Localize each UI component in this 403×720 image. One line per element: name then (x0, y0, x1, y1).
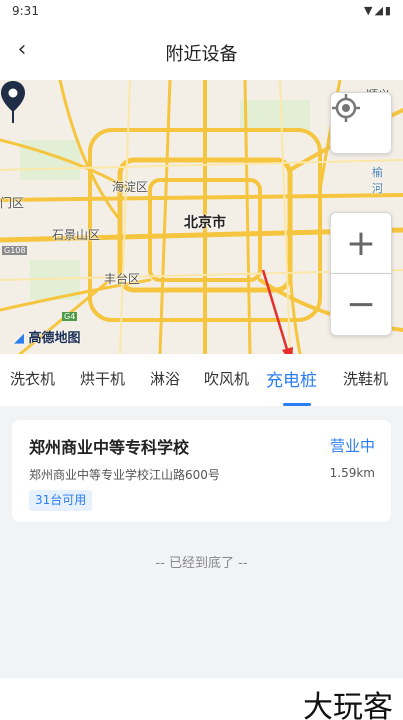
tab-washing-machine[interactable]: 洗衣机 (10, 368, 55, 389)
status-bar: 9:31 ▼◢▮ (0, 0, 403, 24)
locate-button[interactable] (330, 92, 392, 154)
tab-shower[interactable]: 淋浴 (150, 368, 180, 389)
page-title: 附近设备 (165, 44, 238, 65)
map-logo: ◢ 高德地图 (14, 327, 81, 346)
road-badge-g108: G108 (2, 246, 28, 255)
location-pin-icon (1, 81, 25, 123)
status-badge: 营业中 (329, 437, 375, 455)
map-label-he: 河 (372, 182, 383, 195)
header: ‹ 附近设备 (0, 24, 403, 80)
card-address: 郑州商业中等专业学校江山路600号 (29, 468, 220, 482)
map-label-haidian: 海淀区 (112, 180, 149, 194)
tab-hair-dryer[interactable]: 吹风机 (204, 368, 249, 389)
map-logo-icon: ◢ (14, 331, 24, 346)
footer: 大玩客 (0, 678, 403, 720)
zoom-out-button[interactable]: − (330, 274, 392, 336)
locate-icon (332, 94, 360, 122)
availability-badge: 31台可用 (29, 490, 93, 511)
category-tabs: 洗衣机 烘干机 淋浴 吹风机 充电桩 洗鞋机 (0, 354, 403, 406)
map-label-beijing: 北京市 (184, 215, 226, 231)
map-label-fengtai: 丰台区 (104, 272, 141, 286)
map-label-shijingshan: 石景山区 (52, 228, 101, 242)
watermark: 大玩客 (303, 690, 393, 720)
device-list: 郑州商业中等专科学校 营业中 郑州商业中等专业学校江山路600号 1.59km … (0, 406, 403, 678)
tab-shoe-washer[interactable]: 洗鞋机 (343, 368, 388, 389)
location-card[interactable]: 郑州商业中等专科学校 营业中 郑州商业中等专业学校江山路600号 1.59km … (12, 420, 391, 522)
tab-dryer[interactable]: 烘干机 (80, 368, 125, 389)
map-label-yu: 榆 (372, 166, 383, 179)
zoom-in-button[interactable]: + (330, 212, 392, 274)
status-time: 9:31 (12, 4, 39, 18)
map-view[interactable]: 海淀区 北京市 石景山区 丰台区 门区 顺义 榆 河 G108 G4 ◢ 高德地… (0, 80, 403, 354)
end-of-list-text: -- 已经到底了 -- (155, 556, 248, 571)
card-title: 郑州商业中等专科学校 (29, 438, 190, 457)
tab-charging-pile[interactable]: 充电桩 (266, 366, 317, 391)
road-badge-g4: G4 (62, 312, 78, 321)
card-distance: 1.59km (329, 466, 375, 480)
map-label-west: 门区 (0, 196, 25, 210)
map-logo-text: 高德地图 (28, 331, 81, 346)
status-icons: ▼◢▮ (364, 4, 393, 17)
